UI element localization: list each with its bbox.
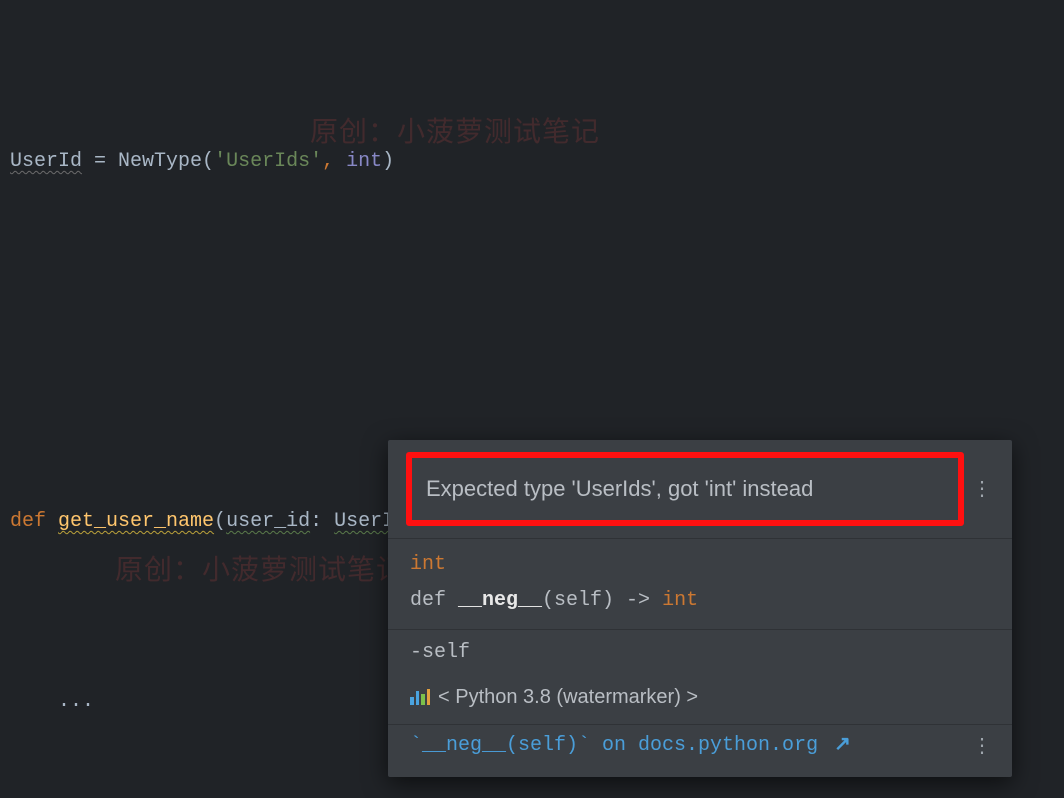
neg-self-row: -self: [388, 630, 1012, 676]
type-name: int: [410, 553, 446, 576]
method-name: __neg__: [458, 589, 542, 612]
kebab-icon[interactable]: ⋮: [964, 472, 1000, 506]
kebab-icon[interactable]: ⋮: [964, 729, 1000, 763]
interpreter-label: < Python 3.8 (watermarker) >: [438, 680, 698, 714]
type-int: int: [346, 150, 382, 173]
variable-name: UserId: [10, 150, 82, 173]
call-name: NewType: [118, 150, 202, 173]
string-literal: 'UserIds': [214, 150, 322, 173]
documentation-link[interactable]: `__neg__(self)` on docs.python.org ↗: [410, 729, 964, 763]
signature-block: int def __neg__(self) -> int: [388, 539, 1012, 629]
code-line[interactable]: [10, 319, 1054, 364]
bar-chart-icon: [410, 689, 430, 705]
warning-message: Expected type 'UserIds', got 'int' inste…: [406, 452, 964, 526]
external-link-icon: ↗: [834, 734, 851, 757]
param-name: user_id: [226, 510, 310, 533]
function-name: get_user_name: [58, 510, 214, 533]
keyword-def: def: [10, 510, 58, 533]
ellipsis: ...: [58, 690, 94, 713]
inspection-tooltip: Expected type 'UserIds', got 'int' inste…: [388, 440, 1012, 777]
interpreter-row: < Python 3.8 (watermarker) >: [388, 676, 1012, 724]
code-line[interactable]: UserId = NewType('UserIds', int): [10, 139, 1054, 184]
